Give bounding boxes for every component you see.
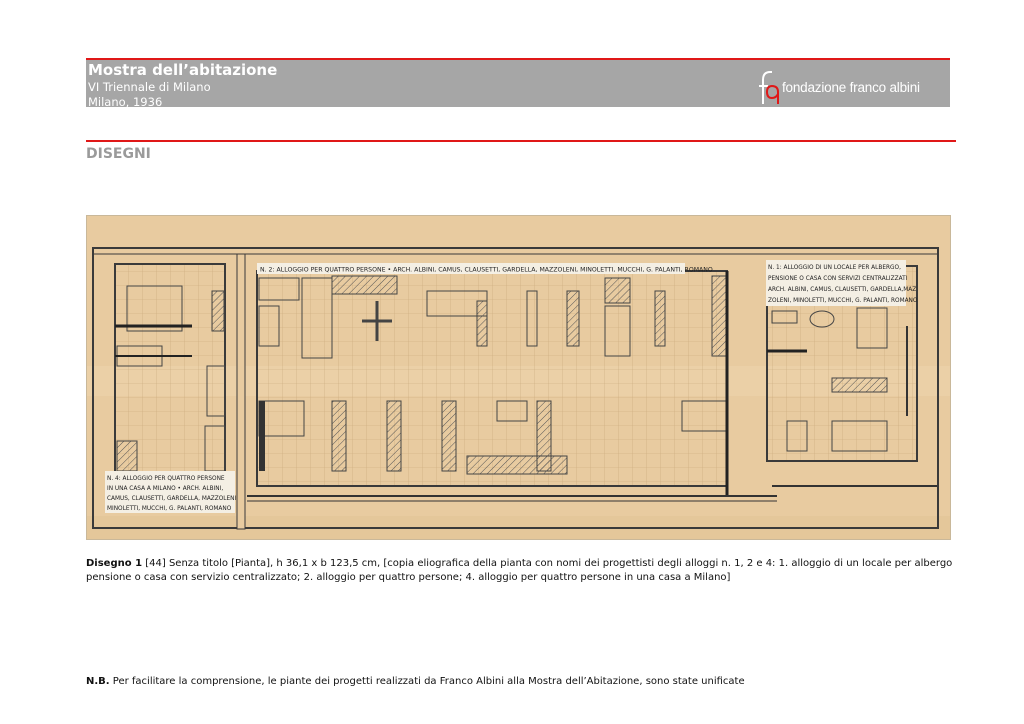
plan-label-n4-line4: MINOLETTI, MUCCHI, G. PALANTI, ROMANO bbox=[107, 506, 232, 512]
section-title: DISEGNI bbox=[86, 146, 151, 162]
note-label: N.B. bbox=[86, 676, 110, 687]
plan-label-n4-line1: N. 4: ALLOGGIO PER QUATTRO PERSONE bbox=[107, 476, 225, 482]
drawing-caption: Disegno 1 [44] Senza titolo [Pianta], h … bbox=[86, 557, 958, 585]
exhibition-subtitle: VI Triennale di Milano bbox=[88, 80, 211, 94]
logo-text: fondazione franco albini bbox=[782, 80, 920, 95]
floor-plan-drawing: N. 2: ALLOGGIO PER QUATTRO PERSONE • ARC… bbox=[86, 215, 951, 540]
floor-plan-image: N. 2: ALLOGGIO PER QUATTRO PERSONE • ARC… bbox=[87, 216, 950, 539]
fondazione-logo: fondazione franco albini bbox=[756, 66, 936, 104]
caption-label: Disegno 1 bbox=[86, 558, 143, 569]
plan-label-n2: N. 2: ALLOGGIO PER QUATTRO PERSONE • ARC… bbox=[260, 267, 713, 274]
header-band: Mostra dell’abitazione VI Triennale di M… bbox=[86, 60, 950, 109]
section-rule bbox=[86, 140, 956, 142]
plan-label-n1-line3: ARCH. ALBINI, CAMUS, CLAUSETTI, GARDELLA… bbox=[768, 287, 916, 293]
plan-label-n1-line2: PENSIONE O CASA CON SERVIZI CENTRALIZZAT… bbox=[768, 276, 908, 282]
exhibition-date: Milano, 1936 bbox=[88, 95, 163, 109]
footnote: N.B. Per facilitare la comprensione, le … bbox=[86, 676, 745, 687]
plan-label-n1-line1: N. 1: ALLOGGIO DI UN LOCALE PER ALBERGO, bbox=[768, 265, 901, 271]
plan-label-n4-line3: CAMUS, CLAUSETTI, GARDELLA, MAZZOLENI bbox=[107, 496, 237, 502]
plan-label-n1-line4: ZOLENI, MINOLETTI, MUCCHI, G. PALANTI, R… bbox=[768, 298, 918, 304]
caption-text: [44] Senza titolo [Pianta], h 36,1 x b 1… bbox=[86, 558, 953, 583]
fa-logo-mark-icon bbox=[759, 71, 779, 104]
plan-label-n4-line2: IN UNA CASA A MILANO • ARCH. ALBINI, bbox=[107, 486, 223, 492]
note-text: Per facilitare la comprensione, le piant… bbox=[109, 676, 745, 687]
exhibition-title: Mostra dell’abitazione bbox=[88, 61, 278, 79]
